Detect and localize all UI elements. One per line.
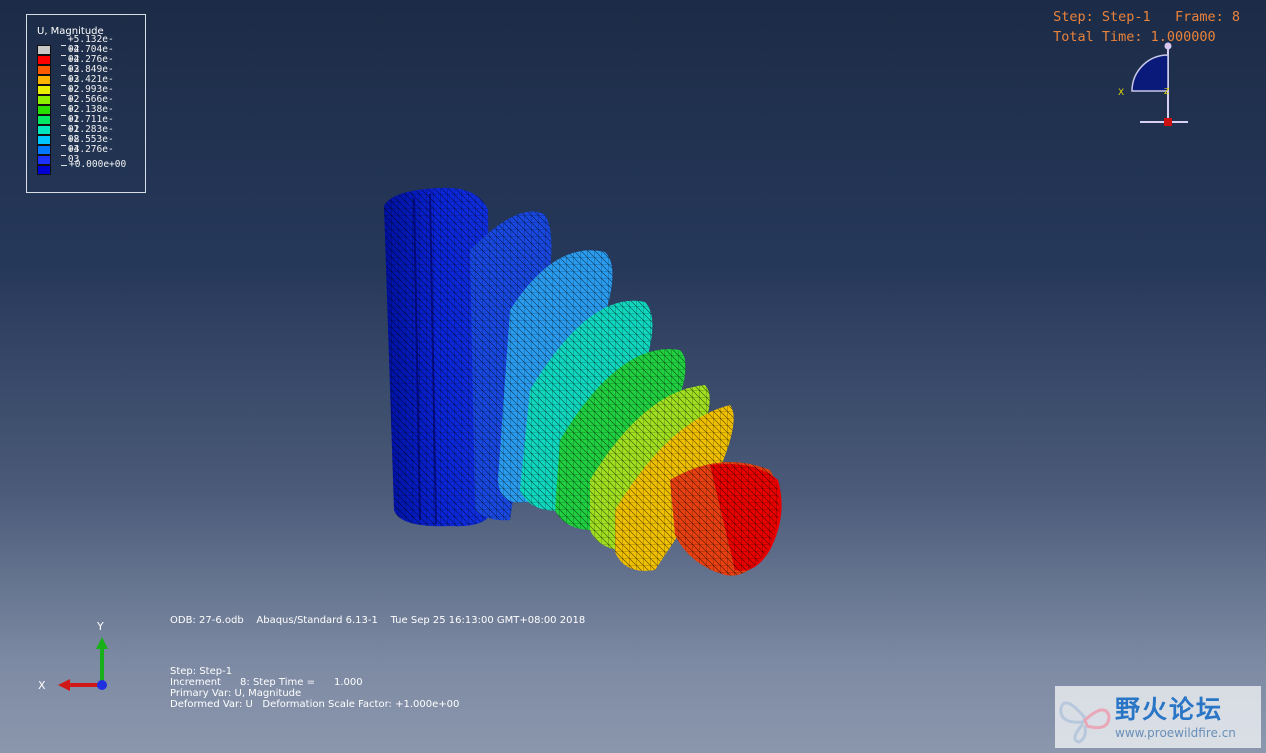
legend-swatch bbox=[37, 145, 51, 155]
view-orientation-icon: X Z bbox=[1118, 42, 1188, 126]
contour-legend: U, Magnitude +5.132e-02 +4.704e-02 +4.276e… bbox=[26, 14, 146, 193]
step-variable-info: Step: Step-1 Increment 8: Step Time = 1.0… bbox=[170, 666, 459, 710]
bellows-mesh bbox=[384, 187, 782, 576]
fe-model-viewport[interactable] bbox=[370, 180, 800, 590]
deformed-var-line: Deformed Var: U Deformation Scale Factor… bbox=[170, 699, 460, 710]
legend-swatch bbox=[37, 85, 51, 95]
legend-swatch bbox=[37, 135, 51, 145]
forum-watermark: 野火论坛 www.proewildfire.cn bbox=[1055, 686, 1261, 748]
orientation-z-label: Z bbox=[1164, 87, 1170, 96]
step-name-line: Step: Step-1 bbox=[170, 666, 233, 677]
legend-swatch bbox=[37, 65, 51, 75]
triad-y-label: Y bbox=[96, 620, 104, 633]
legend-swatch bbox=[37, 95, 51, 105]
increment-line: Increment 8: Step Time = 1.000 bbox=[170, 677, 363, 688]
legend-swatch bbox=[37, 45, 51, 55]
legend-entry: +0.000e+00 bbox=[61, 160, 126, 170]
orientation-x-label: X bbox=[1118, 88, 1124, 98]
legend-swatch bbox=[37, 125, 51, 135]
triad-x-label: X bbox=[38, 679, 46, 692]
primary-var-line: Primary Var: U, Magnitude bbox=[170, 688, 302, 699]
coordinate-triad-icon: Y X bbox=[38, 620, 108, 692]
legend-color-bar: +5.132e-02 +4.704e-02 +4.276e-02 +3.849e-02… bbox=[37, 35, 126, 175]
odb-info-line: ODB: 27-6.odb Abaqus/Standard 6.13-1 Tue… bbox=[170, 615, 586, 626]
legend-swatch bbox=[37, 75, 51, 85]
legend-swatch bbox=[37, 55, 51, 65]
legend-swatch bbox=[37, 105, 51, 115]
watermark-title: 野火论坛 bbox=[1115, 695, 1224, 724]
legend-swatch bbox=[37, 155, 51, 165]
watermark-url: www.proewildfire.cn bbox=[1115, 726, 1236, 740]
legend-swatch bbox=[37, 115, 51, 125]
butterfly-logo-icon bbox=[1059, 701, 1111, 744]
legend-swatch bbox=[37, 165, 51, 175]
legend-value-label: +0.000e+00 bbox=[69, 159, 127, 170]
step-frame-line: Step: Step-1 Frame: 8 bbox=[1053, 9, 1240, 25]
